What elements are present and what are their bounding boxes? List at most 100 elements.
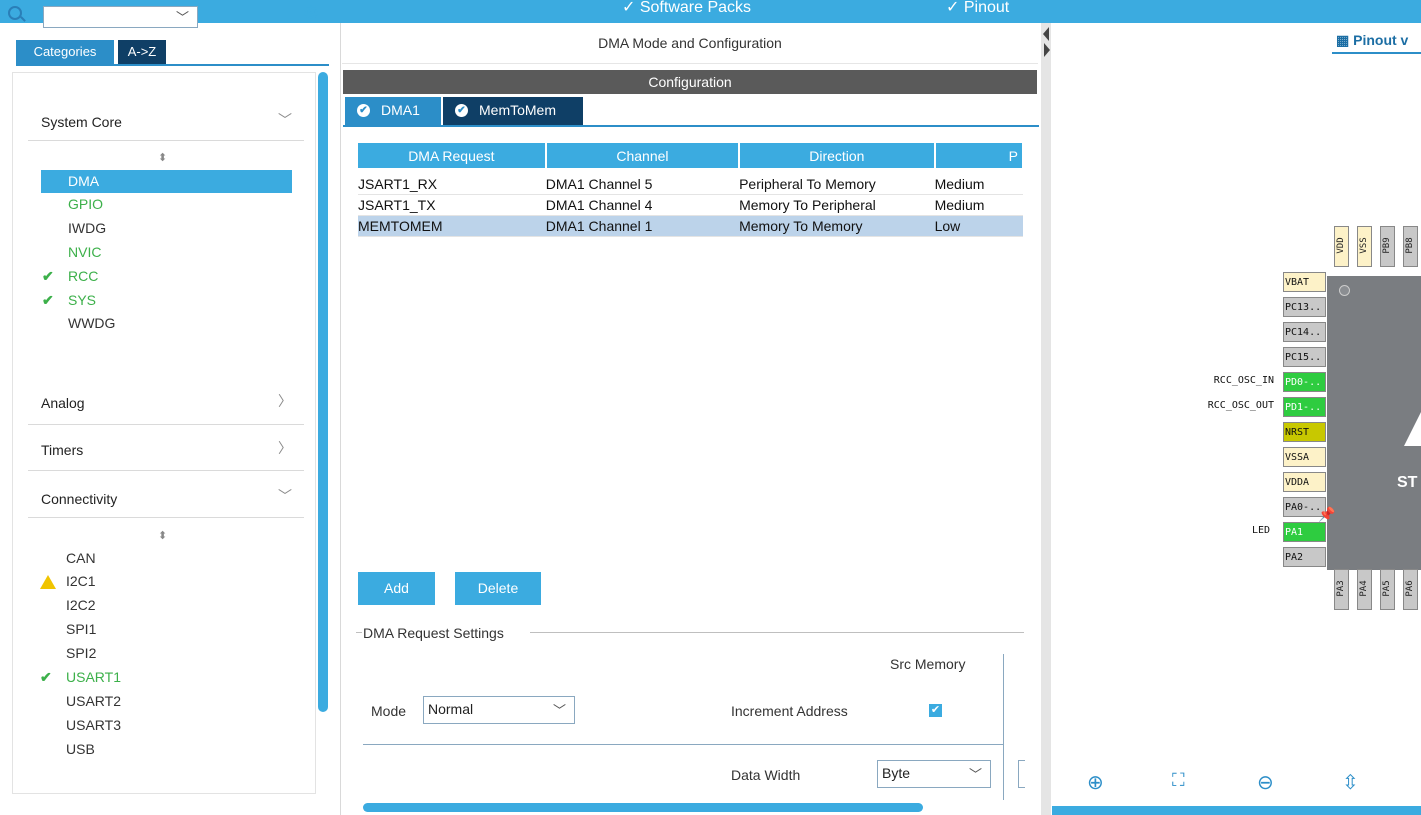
increment-address-checkbox[interactable]: ✔ xyxy=(929,704,942,717)
data-width-select[interactable]: Byte ﹀ xyxy=(877,760,991,788)
search-input[interactable]: ﹀ xyxy=(43,6,198,28)
collapse-left-icon[interactable] xyxy=(1043,27,1049,41)
settings-legend: DMA Request Settings xyxy=(363,625,506,641)
software-packs-menu[interactable]: ✓ Software Packs xyxy=(622,0,751,17)
list-item-usart1[interactable]: ✔ USART1 xyxy=(40,669,121,685)
pin-label-led: LED xyxy=(1251,525,1270,536)
chip-pin-pc14[interactable]: PC14.. xyxy=(1283,322,1326,342)
table-cell: Memory To Memory xyxy=(739,215,935,237)
list-item-can[interactable]: CAN xyxy=(66,550,96,566)
src-memory-label: Src Memory xyxy=(890,656,966,672)
chip-pin-nrst[interactable]: NRST xyxy=(1283,422,1326,442)
chip-pin-pa5[interactable]: PA5 xyxy=(1380,569,1395,610)
divider xyxy=(356,632,362,633)
check-icon: ✔ xyxy=(42,268,54,284)
chip-pin-pc13[interactable]: PC13.. xyxy=(1283,297,1326,317)
tab-a-to-z[interactable]: A->Z xyxy=(118,40,166,64)
divider xyxy=(28,470,304,471)
fit-screen-icon[interactable]: ⛶ xyxy=(1172,770,1185,791)
top-menu-bar: ✓ Software Packs ✓ Pinout xyxy=(0,0,1421,23)
list-item-usb[interactable]: USB xyxy=(66,741,95,757)
list-item-gpio[interactable]: GPIO xyxy=(68,196,103,212)
list-item-rcc[interactable]: ✔ RCC xyxy=(42,268,98,284)
tab-categories[interactable]: Categories xyxy=(16,40,114,64)
mode-select[interactable]: Normal ﹀ xyxy=(423,696,575,724)
category-system-core[interactable]: System Core xyxy=(41,114,122,130)
mode-label: Mode xyxy=(371,703,407,719)
bottom-scrollbar[interactable] xyxy=(1052,806,1421,815)
rotate-icon[interactable]: ⇳ xyxy=(1342,770,1359,795)
table-cell: DMA1 Channel 1 xyxy=(545,215,740,237)
chip-pin-pa1[interactable]: PA1 xyxy=(1283,522,1326,542)
chip-pin-vdda[interactable]: VDDA xyxy=(1283,472,1326,492)
list-item-spi2[interactable]: SPI2 xyxy=(66,645,96,661)
chip-pin-vss[interactable]: VSS xyxy=(1357,226,1372,267)
chevron-down-icon[interactable]: ﹀ xyxy=(278,486,292,506)
category-timers[interactable]: Timers xyxy=(41,442,83,458)
zoom-out-icon[interactable]: ⊖ xyxy=(1257,770,1274,795)
chevron-right-icon[interactable]: 〉 xyxy=(278,391,292,411)
pin-label: PA5 xyxy=(1382,580,1392,597)
partial-select[interactable] xyxy=(1018,760,1025,788)
list-item-iwdg[interactable]: IWDG xyxy=(68,220,106,236)
chip-pin-pb8[interactable]: PB8 xyxy=(1403,226,1418,267)
gear-icon[interactable]: ⚙ xyxy=(303,4,319,22)
divider xyxy=(28,140,304,141)
chip-pin-vssa[interactable]: VSSA xyxy=(1283,447,1326,467)
warning-icon xyxy=(40,575,56,589)
sort-icon[interactable]: ⬍ xyxy=(158,151,167,164)
expand-right-icon[interactable] xyxy=(1044,43,1050,57)
chip-pin-pa3[interactable]: PA3 xyxy=(1334,569,1349,610)
table-row[interactable]: JSART1_RX DMA1 Channel 5 Peripheral To M… xyxy=(358,174,1023,195)
list-item-sys[interactable]: ✔ SYS xyxy=(42,292,96,308)
add-button[interactable]: Add xyxy=(358,572,435,605)
pinout-title: Pinout v xyxy=(1353,32,1409,48)
configuration-header: Configuration xyxy=(343,70,1037,94)
panel-splitter[interactable] xyxy=(1041,23,1051,815)
table-row-selected[interactable]: MEMTOMEM DMA1 Channel 1 Memory To Memory… xyxy=(358,215,1023,237)
chip-pin-vbat[interactable]: VBAT xyxy=(1283,272,1326,292)
chip-pin-pb9[interactable]: PB9 xyxy=(1380,226,1395,267)
chevron-down-icon: ﹀ xyxy=(175,10,189,25)
chip-pin-pa6[interactable]: PA6 xyxy=(1403,569,1418,610)
list-item-usart2[interactable]: USART2 xyxy=(66,693,121,709)
divider xyxy=(28,517,304,518)
sort-icon[interactable]: ⬍ xyxy=(158,529,167,542)
horizontal-scrollbar[interactable] xyxy=(363,803,923,812)
list-item-spi1[interactable]: SPI1 xyxy=(66,621,96,637)
divider xyxy=(530,632,1024,633)
table-row[interactable]: JSART1_TX DMA1 Channel 4 Memory To Perip… xyxy=(358,194,1023,216)
delete-button[interactable]: Delete xyxy=(455,572,541,605)
chip-pin-pa2[interactable]: PA2 xyxy=(1283,547,1326,567)
column-header-direction[interactable]: Direction xyxy=(739,143,936,168)
tab-dma1[interactable]: ✔ DMA1 xyxy=(345,97,441,125)
column-header-dma-request[interactable]: DMA Request xyxy=(358,143,547,168)
chip-pin-pc15[interactable]: PC15.. xyxy=(1283,347,1326,367)
chip-pin-pa4[interactable]: PA4 xyxy=(1357,569,1372,610)
left-scrollbar[interactable] xyxy=(318,72,328,712)
category-connectivity[interactable]: Connectivity xyxy=(41,491,117,507)
chip-pin-vdd[interactable]: VDD xyxy=(1334,226,1349,267)
chip-pin-pd0[interactable]: PD0-.. xyxy=(1283,372,1326,392)
dma-request-table: DMA Request Channel Direction P JSART1_R… xyxy=(358,143,1024,255)
category-analog[interactable]: Analog xyxy=(41,395,85,411)
pinout-view-tab[interactable]: ▦ Pinout v xyxy=(1336,32,1408,49)
search-icon[interactable] xyxy=(8,6,22,20)
list-item-i2c1[interactable]: I2C1 xyxy=(40,573,96,589)
table-cell: Medium xyxy=(934,174,1023,195)
check-icon: ✔ xyxy=(40,669,52,685)
list-item-dma[interactable]: DMA xyxy=(68,173,99,189)
zoom-in-icon[interactable]: ⊕ xyxy=(1087,770,1104,795)
list-item-wwdg[interactable]: WWDG xyxy=(68,315,115,331)
tab-memtomem[interactable]: ✔ MemToMem xyxy=(443,97,583,125)
pinout-menu[interactable]: ✓ Pinout xyxy=(946,0,1009,17)
dma-tabs: ✔ DMA1 ✔ MemToMem xyxy=(343,97,1037,125)
chevron-down-icon[interactable]: ﹀ xyxy=(278,110,292,130)
chip-pin-pd1[interactable]: PD1-.. xyxy=(1283,397,1326,417)
list-item-nvic[interactable]: NVIC xyxy=(68,244,101,260)
column-header-priority[interactable]: P xyxy=(934,143,1024,168)
column-header-channel[interactable]: Channel xyxy=(545,143,741,168)
list-item-i2c2[interactable]: I2C2 xyxy=(66,597,96,613)
list-item-usart3[interactable]: USART3 xyxy=(66,717,121,733)
chevron-right-icon[interactable]: 〉 xyxy=(278,438,292,458)
